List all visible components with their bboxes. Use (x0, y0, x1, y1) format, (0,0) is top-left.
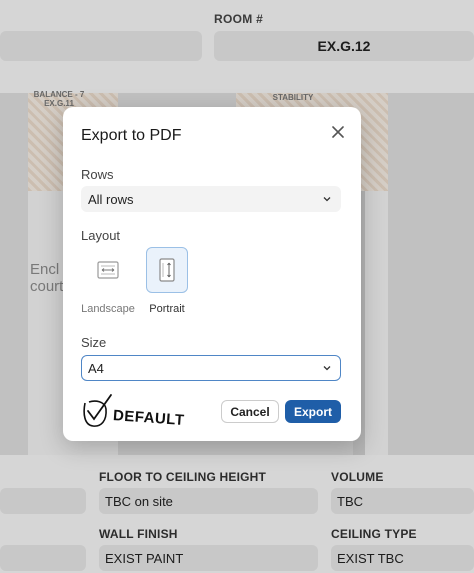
rows-select-value: All rows (88, 191, 134, 207)
portrait-page-icon (146, 247, 188, 293)
portrait-label: Portrait (149, 303, 185, 315)
layout-option-portrait[interactable]: Portrait (137, 247, 197, 315)
chevron-down-icon (323, 366, 331, 371)
size-select-value: A4 (88, 360, 104, 376)
export-pdf-dialog: Export to PDF Rows All rows Layout Lands… (63, 107, 361, 441)
dialog-title: Export to PDF (81, 127, 182, 144)
size-select[interactable]: A4 (81, 355, 341, 381)
chevron-down-icon (323, 197, 331, 202)
rows-label: Rows (81, 167, 114, 182)
size-label: Size (81, 335, 107, 350)
layout-label: Layout (81, 228, 121, 243)
rows-select[interactable]: All rows (81, 186, 341, 212)
default-checkbox-signature[interactable]: DEFAULT (81, 393, 191, 438)
cancel-button[interactable]: Cancel (221, 400, 279, 423)
close-icon[interactable] (329, 123, 347, 141)
landscape-label: Landscape (81, 303, 135, 315)
landscape-page-icon (87, 247, 129, 293)
layout-option-landscape[interactable]: Landscape (78, 247, 138, 315)
export-button[interactable]: Export (285, 400, 341, 423)
signature-text: DEFAULT (112, 407, 185, 429)
